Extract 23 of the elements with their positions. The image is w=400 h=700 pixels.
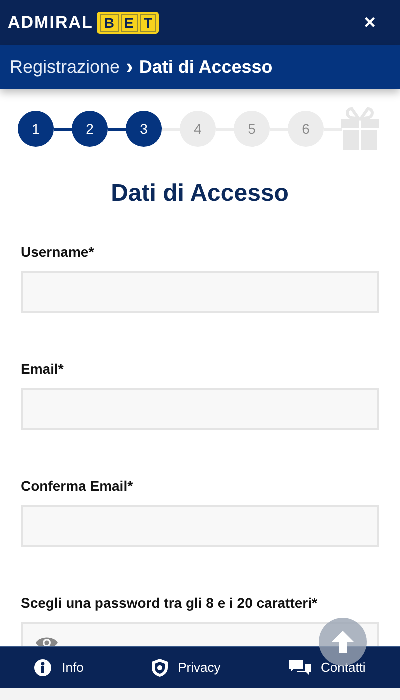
breadcrumb-separator: › xyxy=(126,56,134,78)
footer-link[interactable]: Info xyxy=(34,658,84,678)
breadcrumb-link[interactable]: Registrazione xyxy=(10,54,120,80)
arrow-up-icon xyxy=(331,629,355,655)
info-icon xyxy=(34,658,52,676)
logo-letter: E xyxy=(120,14,138,32)
field-label: Conferma Email* xyxy=(21,477,134,496)
input-field[interactable] xyxy=(21,505,379,547)
page-title: Dati di Accesso xyxy=(110,179,290,209)
input-field[interactable] xyxy=(21,388,379,430)
logo-text: ADMIRAL xyxy=(8,12,94,34)
chat-icon xyxy=(289,660,312,676)
input-field[interactable] xyxy=(21,271,379,313)
logo-letter: T xyxy=(140,14,156,32)
breadcrumb-current: Dati di Accesso xyxy=(139,56,273,78)
logo-letter: B xyxy=(100,14,119,32)
field-label: Username* xyxy=(21,243,96,262)
close-button[interactable]: × xyxy=(358,10,382,34)
field-label: Email* xyxy=(21,360,65,379)
shield-icon xyxy=(152,658,168,676)
field-label: Scegli una password tra gli 8 e i 20 caratteri* xyxy=(21,594,318,613)
footer-link[interactable]: Privacy xyxy=(152,658,221,678)
footer-link[interactable]: Contatti xyxy=(289,658,366,678)
